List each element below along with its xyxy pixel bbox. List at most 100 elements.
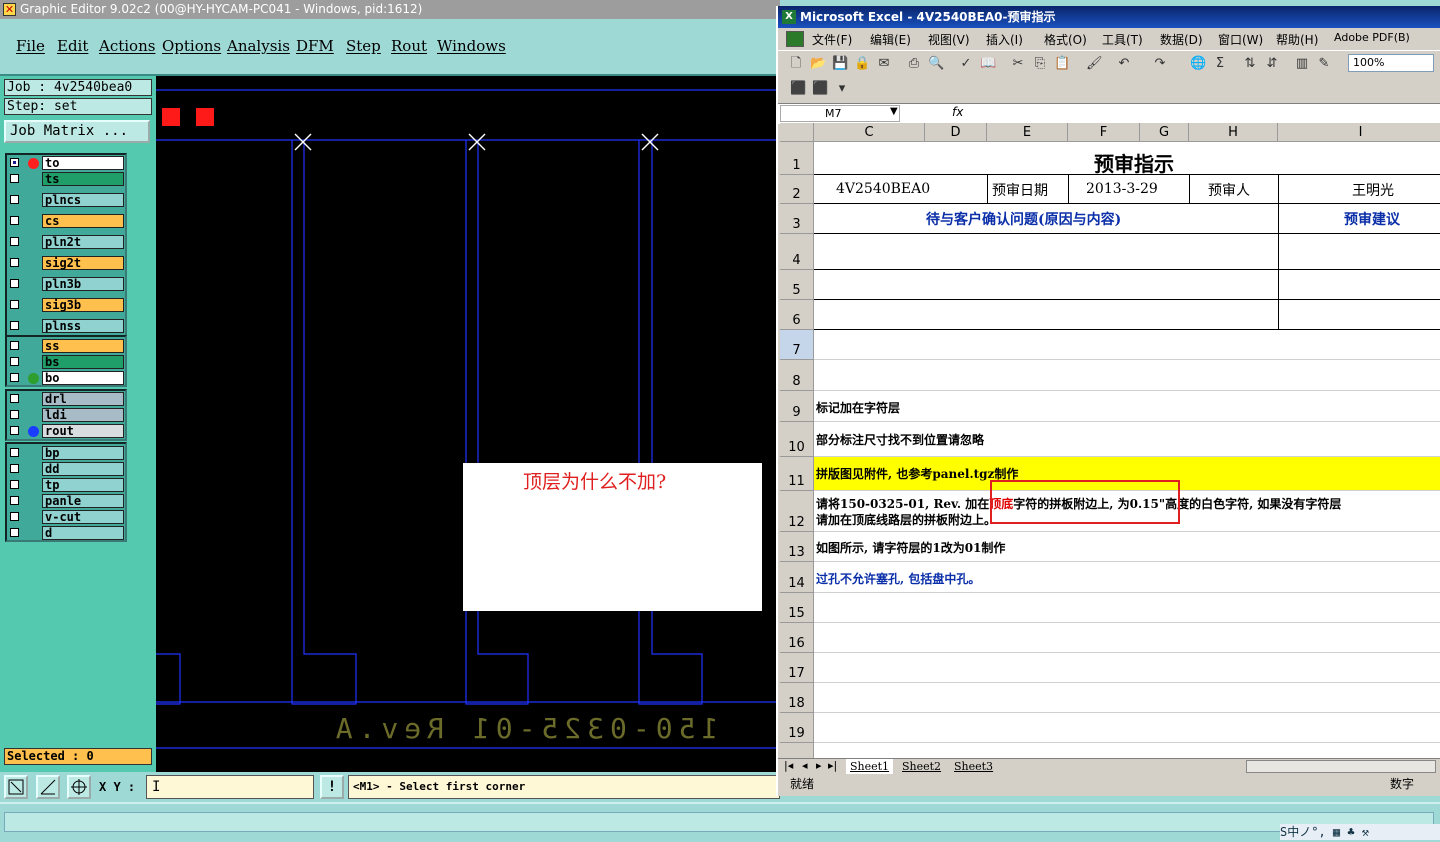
layer-tp[interactable]: tp — [7, 478, 125, 493]
select-all-corner[interactable] — [780, 123, 814, 142]
menu-window-cn[interactable]: 窗口(W) — [1218, 31, 1263, 48]
row-header-2[interactable]: 2 — [780, 175, 814, 204]
layer-checkbox[interactable] — [10, 426, 19, 435]
menu-help-cn[interactable]: 帮助(H) — [1276, 31, 1318, 48]
row-header-12[interactable]: 12 — [780, 491, 814, 532]
layer-sig2t[interactable]: sig2t — [7, 256, 125, 271]
row-header-17[interactable]: 17 — [780, 653, 814, 683]
sort-asc-icon[interactable]: ⇅ — [1242, 56, 1258, 72]
autosum-icon[interactable]: Σ — [1212, 56, 1228, 72]
row-header-19[interactable]: 19 — [780, 713, 814, 743]
layer-d[interactable]: d — [7, 526, 125, 541]
layer-checkbox[interactable] — [10, 357, 19, 366]
row-header-1[interactable]: 1 — [780, 142, 814, 175]
menu-data-cn[interactable]: 数据(D) — [1160, 31, 1203, 48]
layer-checkbox[interactable] — [10, 394, 19, 403]
copy-icon[interactable]: ⎘ — [1032, 56, 1048, 72]
menu-format-cn[interactable]: 格式(O) — [1044, 31, 1087, 48]
menu-windows[interactable]: Windows — [437, 37, 506, 55]
layer-bs[interactable]: bs — [7, 355, 125, 370]
sheet-tab-2[interactable]: Sheet2 — [898, 759, 945, 774]
layer-checkbox[interactable] — [10, 528, 19, 537]
menu-dfm[interactable]: DFM — [296, 37, 334, 55]
row-header-9[interactable]: 9 — [780, 391, 814, 422]
row-header-6[interactable]: 6 — [780, 300, 814, 330]
col-header-d[interactable]: D — [925, 123, 987, 142]
menu-rout[interactable]: Rout — [391, 37, 427, 55]
layer-checkbox[interactable] — [10, 341, 19, 350]
zoom-dropdown[interactable]: 100% — [1348, 54, 1434, 72]
undo-icon[interactable]: ↶ — [1116, 56, 1132, 72]
layer-drl[interactable]: drl — [7, 392, 125, 407]
layer-checkbox[interactable] — [10, 448, 19, 457]
menu-file-cn[interactable]: 文件(F) — [812, 31, 852, 48]
paste-icon[interactable]: 📋 — [1054, 56, 1070, 72]
row-header-15[interactable]: 15 — [780, 593, 814, 623]
col-header-e[interactable]: E — [987, 123, 1068, 142]
row-header-13[interactable]: 13 — [780, 532, 814, 562]
xy-coordinate-input[interactable]: I — [146, 775, 314, 799]
save-icon[interactable]: 💾 — [832, 56, 848, 72]
horizontal-scrollbar[interactable] — [1246, 760, 1436, 773]
menu-actions[interactable]: Actions — [99, 37, 155, 55]
pdf-convert-icon[interactable]: ⬛ — [790, 81, 806, 97]
workbook-icon[interactable] — [786, 31, 804, 47]
menu-step[interactable]: Step — [346, 37, 381, 55]
menu-adobe-pdf[interactable]: Adobe PDF(B) — [1334, 31, 1410, 44]
layer-checkbox[interactable] — [10, 258, 19, 267]
print-preview-icon[interactable]: 🔍 — [928, 56, 944, 72]
layer-dd[interactable]: dd — [7, 462, 125, 477]
zoom-fit-button[interactable] — [4, 775, 28, 799]
layer-checkbox[interactable] — [10, 158, 19, 167]
print-icon[interactable]: ⎙ — [906, 56, 922, 72]
sheet-nav-next-icon[interactable]: ▸ — [816, 759, 822, 772]
menu-edit[interactable]: Edit — [57, 37, 88, 55]
layer-cs[interactable]: cs — [7, 214, 125, 229]
new-icon[interactable]: 🗋 — [788, 56, 804, 72]
email-icon[interactable]: ✉ — [876, 56, 892, 72]
layer-to[interactable]: to — [7, 156, 125, 171]
col-header-c[interactable]: C — [814, 123, 925, 142]
sort-desc-icon[interactable]: ⇵ — [1264, 56, 1280, 72]
menu-insert-cn[interactable]: 插入(I) — [986, 31, 1023, 48]
spelling-icon[interactable]: ✓ — [958, 56, 974, 72]
layer-checkbox[interactable] — [10, 195, 19, 204]
graphic-canvas[interactable]: 150-0325-01 Rev.A 顶层为什么不加? — [156, 76, 776, 772]
layer-plncs[interactable]: plncs — [7, 193, 125, 208]
layer-rout[interactable]: rout — [7, 424, 125, 439]
layer-checkbox[interactable] — [10, 464, 19, 473]
spreadsheet-grid[interactable]: C D E F G H I 1 2 3 4 5 6 7 8 9 10 11 12… — [780, 123, 1440, 760]
menu-analysis[interactable]: Analysis — [227, 37, 290, 55]
namebox-dropdown-icon[interactable]: ▼ — [890, 106, 898, 117]
format-painter-icon[interactable]: 🖌 — [1086, 56, 1103, 72]
sheet-tab-3[interactable]: Sheet3 — [950, 759, 997, 774]
name-box[interactable]: M7 — [780, 105, 900, 122]
row-header-5[interactable]: 5 — [780, 270, 814, 300]
menu-edit-cn[interactable]: 编辑(E) — [870, 31, 911, 48]
layer-ldi[interactable]: ldi — [7, 408, 125, 423]
row-header-14[interactable]: 14 — [780, 562, 814, 593]
row-header-7[interactable]: 7 — [780, 330, 814, 360]
col-header-i[interactable]: I — [1278, 123, 1440, 142]
layer-checkbox[interactable] — [10, 300, 19, 309]
layer-checkbox[interactable] — [10, 279, 19, 288]
col-header-h[interactable]: H — [1189, 123, 1278, 142]
job-matrix-button[interactable]: Job Matrix ... — [4, 120, 150, 143]
layer-checkbox[interactable] — [10, 512, 19, 521]
layer-sig3b[interactable]: sig3b — [7, 298, 125, 313]
hyperlink-icon[interactable]: 🌐 — [1190, 56, 1206, 72]
chart-wizard-icon[interactable]: ▥ — [1294, 56, 1310, 72]
sheet-tab-1[interactable]: Sheet1 — [846, 759, 894, 774]
layer-v-cut[interactable]: v-cut — [7, 510, 125, 525]
layer-checkbox[interactable] — [10, 174, 19, 183]
layer-panle[interactable]: panle — [7, 494, 125, 509]
pdf-email-icon[interactable]: ⬛ — [812, 81, 828, 97]
row-header-18[interactable]: 18 — [780, 683, 814, 713]
col-header-g[interactable]: G — [1140, 123, 1189, 142]
cut-icon[interactable]: ✂ — [1010, 56, 1026, 72]
layer-ts[interactable]: ts — [7, 172, 125, 187]
layer-checkbox[interactable] — [10, 410, 19, 419]
layer-pln2t[interactable]: pln2t — [7, 235, 125, 250]
layer-plnss[interactable]: plnss — [7, 319, 125, 334]
menu-tools-cn[interactable]: 工具(T) — [1102, 31, 1143, 48]
